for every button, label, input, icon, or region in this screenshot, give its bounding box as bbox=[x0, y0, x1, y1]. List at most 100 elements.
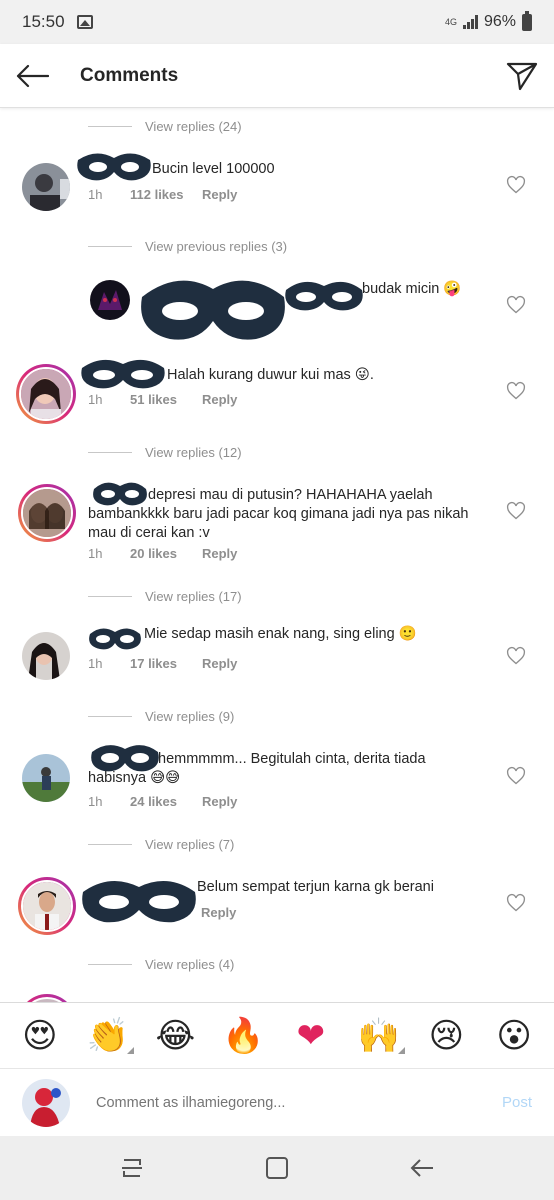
avatar-photo bbox=[22, 632, 70, 680]
avatar[interactable] bbox=[90, 280, 130, 320]
system-navigation-bar bbox=[0, 1136, 554, 1200]
emoji-surprised[interactable]: 😮 bbox=[488, 1016, 540, 1056]
emoji-heart-eyes[interactable]: 😍 bbox=[14, 1016, 66, 1056]
emoji-red-heart[interactable]: ❤ bbox=[285, 1016, 337, 1056]
comment-meta: 1h 20 likes Reply bbox=[88, 546, 237, 561]
comment-time: 1h bbox=[88, 656, 103, 671]
reply-button[interactable]: Reply bbox=[202, 546, 237, 561]
heart-icon[interactable] bbox=[506, 295, 526, 315]
emoji-tears-of-joy[interactable]: 😂 bbox=[149, 1016, 201, 1056]
back-button[interactable] bbox=[0, 44, 64, 108]
share-button[interactable] bbox=[490, 44, 554, 108]
avatar bbox=[21, 880, 73, 932]
quick-reactions-bar: 😍 👏 😂 🔥 ❤ 🙌 😢 😮 bbox=[0, 1002, 554, 1068]
view-replies-label: View replies (4) bbox=[145, 956, 235, 972]
comment-likes[interactable]: 24 likes bbox=[130, 794, 202, 809]
emoji-crying[interactable]: 😢 bbox=[420, 1016, 472, 1056]
avatar-photo bbox=[22, 163, 70, 211]
avatar-photo bbox=[23, 882, 71, 930]
avatar-photo bbox=[90, 280, 130, 320]
redaction-mask-icon bbox=[93, 482, 147, 506]
avatar[interactable] bbox=[22, 754, 70, 802]
heart-icon[interactable] bbox=[506, 766, 526, 786]
view-replies-link[interactable]: View replies (7) bbox=[88, 834, 234, 854]
emoji-fire[interactable]: 🔥 bbox=[217, 1016, 269, 1056]
redaction-mask-icon bbox=[91, 745, 159, 772]
comment-composer: Post bbox=[0, 1068, 554, 1136]
comment-time: 1h bbox=[88, 187, 103, 202]
comment-item: Mie sedap masih enak nang, sing eling 🙂 … bbox=[0, 623, 554, 693]
avatar[interactable] bbox=[22, 163, 70, 211]
comment-likes[interactable]: 17 likes bbox=[130, 656, 202, 671]
home-button[interactable] bbox=[253, 1144, 301, 1192]
avatar-story-ring[interactable] bbox=[18, 484, 76, 542]
recent-apps-button[interactable] bbox=[108, 1144, 156, 1192]
comment-likes[interactable]: 20 likes bbox=[130, 546, 202, 561]
divider-line bbox=[88, 245, 132, 247]
battery-percent: 96% bbox=[483, 13, 516, 30]
avatar-photo bbox=[22, 754, 70, 802]
divider-line bbox=[88, 963, 132, 965]
comment-likes[interactable]: 112 likes bbox=[130, 187, 202, 202]
redaction-mask-icon bbox=[81, 359, 165, 389]
comment-text: Belum sempat terjun karna gk berani bbox=[197, 879, 434, 895]
status-indicators: 4G 96% bbox=[444, 10, 532, 31]
view-replies-link[interactable]: View replies (17) bbox=[88, 586, 242, 606]
back-arrow-icon bbox=[16, 64, 49, 87]
view-replies-label: View replies (7) bbox=[145, 836, 235, 852]
comment-time: 1h bbox=[88, 794, 103, 809]
redaction-mask-icon bbox=[141, 280, 285, 340]
reply-button[interactable]: Reply bbox=[202, 187, 237, 202]
recent-apps-icon bbox=[122, 1159, 143, 1177]
heart-icon[interactable] bbox=[506, 175, 526, 195]
comment-text: Bucin level 100000 bbox=[152, 161, 275, 177]
comment-text: Mie sedap masih enak nang, sing eling 🙂 bbox=[144, 626, 417, 642]
my-avatar bbox=[22, 1078, 70, 1127]
status-bar: 15:50 4G 96% bbox=[0, 0, 554, 44]
comment-time: 1h bbox=[88, 392, 103, 407]
avatar-photo bbox=[23, 489, 71, 537]
comment-text: budak micin 🤪 bbox=[362, 281, 462, 297]
avatar-story-ring-partial[interactable] bbox=[18, 994, 76, 1002]
app-header: Comments bbox=[0, 44, 554, 108]
view-replies-link[interactable]: View replies (9) bbox=[88, 706, 234, 726]
avatar-story-ring[interactable] bbox=[16, 364, 76, 424]
send-icon bbox=[506, 62, 538, 90]
post-button[interactable]: Post bbox=[502, 1094, 532, 1111]
comment-input[interactable] bbox=[96, 1094, 476, 1111]
reply-button[interactable]: Reply bbox=[202, 392, 237, 407]
reply-button[interactable]: Reply bbox=[201, 905, 236, 920]
heart-icon[interactable] bbox=[506, 501, 526, 521]
view-replies-label: View replies (17) bbox=[145, 588, 242, 604]
reply-button[interactable]: Reply bbox=[202, 656, 237, 671]
emoji-clapping[interactable]: 👏 bbox=[82, 1016, 134, 1056]
system-back-button[interactable] bbox=[398, 1144, 446, 1192]
view-replies-link[interactable]: View replies (12) bbox=[88, 442, 242, 462]
view-previous-replies-link[interactable]: View previous replies (3) bbox=[88, 236, 287, 256]
comment-meta: 1h 24 likes Reply bbox=[88, 794, 237, 809]
avatar-photo bbox=[21, 369, 71, 419]
heart-icon[interactable] bbox=[506, 381, 526, 401]
heart-icon[interactable] bbox=[506, 646, 526, 666]
reply-button[interactable]: Reply bbox=[202, 794, 237, 809]
view-replies-link[interactable]: View replies (4) bbox=[88, 954, 234, 974]
battery-icon bbox=[522, 10, 532, 31]
signal-icon bbox=[462, 15, 478, 29]
comment-meta: 1h 17 likes Reply bbox=[88, 656, 237, 671]
comment-meta: Reply bbox=[201, 905, 236, 920]
avatar[interactable] bbox=[22, 632, 70, 680]
view-replies-label: View previous replies (3) bbox=[145, 238, 288, 254]
avatar-photo bbox=[22, 1078, 70, 1127]
view-replies-label: View replies (12) bbox=[145, 444, 242, 460]
comments-list[interactable]: View replies (24) Bucin level 100000 1h … bbox=[0, 108, 554, 1002]
view-replies-link[interactable]: View replies (24) bbox=[88, 116, 242, 136]
avatar-story-ring[interactable] bbox=[18, 877, 76, 935]
redaction-mask-icon bbox=[285, 281, 363, 311]
comment-time: 1h bbox=[88, 546, 103, 561]
divider-line bbox=[88, 125, 132, 127]
heart-icon[interactable] bbox=[506, 893, 526, 913]
emoji-raised-hands[interactable]: 🙌 bbox=[353, 1016, 405, 1056]
network-type: 4G bbox=[444, 16, 457, 27]
avatar bbox=[19, 367, 73, 421]
comment-likes[interactable]: 51 likes bbox=[130, 392, 202, 407]
